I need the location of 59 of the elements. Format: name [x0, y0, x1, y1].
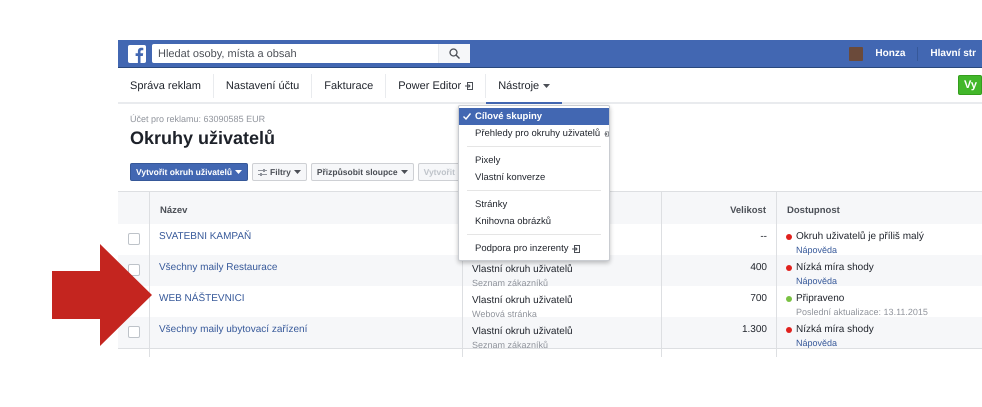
audience-name-link[interactable]: SVATEBNI KAMPAŇ [159, 231, 252, 242]
audience-size: -- [760, 231, 767, 242]
caret-icon [235, 170, 242, 174]
caret-icon [294, 170, 301, 174]
menu-item[interactable]: Vlastní konverze [459, 169, 609, 186]
row-checkbox[interactable] [128, 326, 140, 338]
last-updated-text: Poslední aktualizace: 13.11.2015 [796, 307, 928, 317]
menu-item[interactable]: Podpora pro inzerenty [459, 240, 609, 257]
column-header: Název [160, 205, 188, 216]
audience-type: Vlastní okruh uživatelů [472, 295, 573, 306]
audience-size: 700 [750, 293, 767, 304]
account-label: Účet pro reklamu: 63090585 EUR [130, 114, 266, 124]
check-icon [463, 113, 471, 120]
help-link[interactable]: Nápověda [796, 276, 838, 286]
audience-size: 400 [750, 262, 767, 273]
help-link[interactable]: Nápověda [796, 245, 838, 255]
menu-item[interactable]: Přehledy pro okruhy uživatelů [459, 125, 609, 142]
facebook-logo[interactable] [128, 44, 146, 62]
column-header: Dostupnost [787, 205, 840, 216]
status-text: Připraveno [796, 293, 844, 304]
audience-type: Vlastní okruh uživatelů [472, 264, 573, 275]
toolbar-button[interactable]: Přizpůsobit sloupce [310, 163, 414, 181]
audience-source: Webová stránka [472, 309, 537, 319]
toolbar-button[interactable]: Filtry [252, 163, 307, 181]
status-text: Okruh uživatelů je příliš malý [796, 231, 924, 242]
profile-link[interactable]: Honza [869, 48, 912, 59]
sliders-icon [258, 168, 268, 176]
page-title: Okruhy uživatelů [130, 128, 276, 149]
nav-tab[interactable]: Fakturace [312, 68, 386, 104]
search-icon [449, 48, 460, 59]
menu-item[interactable]: Pixely [459, 152, 609, 169]
external-link-icon [465, 82, 474, 90]
toolbar-button[interactable]: Vytvořit okruh uživatelů [130, 163, 248, 181]
audience-size: 1.300 [742, 324, 767, 335]
nav-tab[interactable]: Správa reklam [118, 68, 213, 104]
nav-tab[interactable]: Nastavení účtu [214, 68, 312, 104]
menu-item[interactable]: Knihovna obrázků [459, 213, 609, 230]
menu-item[interactable]: Cílové skupiny [459, 108, 609, 125]
search-button[interactable] [438, 44, 470, 63]
caret-icon [400, 170, 408, 174]
audience-name-link[interactable]: Všechny maily ubytovací zařízení [159, 324, 308, 335]
external-link-icon [604, 130, 609, 138]
audience-name-link[interactable]: WEB NÁŠTEVNICI [159, 293, 245, 304]
menu-item[interactable]: Stránky [459, 196, 609, 213]
audience-type: Vlastní okruh uživatelů [472, 326, 573, 337]
audience-name-link[interactable]: Všechny maily Restaurace [159, 262, 278, 273]
column-header: Velikost [730, 205, 766, 216]
help-link[interactable]: Nápověda [796, 338, 838, 348]
caret-icon [543, 84, 550, 88]
status-text: Nízká míra shody [796, 324, 874, 335]
audience-source: Seznam zákazníků [472, 340, 548, 350]
nav-tab[interactable]: Power Editor [386, 68, 486, 104]
status-text: Nízká míra shody [796, 262, 874, 273]
audience-source: Seznam zákazníků [472, 278, 548, 288]
row-checkbox[interactable] [128, 233, 140, 245]
home-link[interactable]: Hlavní str [924, 48, 982, 59]
search-field[interactable]: Hledat osoby, místa a obsah [152, 44, 438, 63]
row-checkbox[interactable] [128, 264, 140, 276]
external-link-icon [572, 244, 580, 252]
